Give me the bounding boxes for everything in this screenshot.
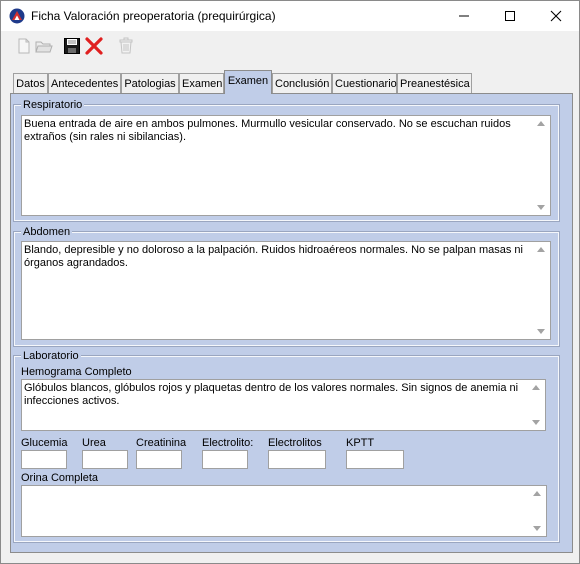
close-window-button[interactable] (533, 1, 579, 31)
hemograma-text: Glóbulos blancos, glóbulos rojos y plaqu… (24, 382, 519, 407)
electrolito-label: Electrolito: (202, 437, 254, 449)
app-window: Ficha Valoración preoperatoria (prequirú… (0, 0, 580, 564)
electrolitos-field[interactable] (268, 450, 326, 469)
scroll-down-icon[interactable] (532, 420, 540, 425)
abdomen-label: Abdomen (21, 226, 73, 239)
tab-cuestionario[interactable]: Cuestionario (332, 73, 397, 93)
toolbar (1, 31, 579, 61)
tab-patologias[interactable]: Patologias (121, 73, 179, 93)
scroll-down-icon[interactable] (533, 526, 541, 531)
electrolitos-label: Electrolitos (268, 437, 322, 449)
scroll-down-icon[interactable] (537, 329, 545, 334)
tab-datos[interactable]: Datos (13, 73, 48, 93)
respiratorio-text: Buena entrada de aire en ambos pulmones.… (24, 118, 511, 143)
maximize-button[interactable] (487, 1, 533, 31)
scroll-up-icon[interactable] (537, 247, 545, 252)
save-button[interactable] (62, 36, 82, 56)
kptt-field[interactable] (346, 450, 404, 469)
scroll-up-icon[interactable] (532, 385, 540, 390)
tab-examen-2[interactable]: Examen (224, 70, 272, 94)
minimize-button[interactable] (441, 1, 487, 31)
maximize-icon (505, 11, 515, 21)
creatinina-field[interactable] (136, 450, 182, 469)
respiratorio-group: Respiratorio Buena entrada de aire en am… (13, 99, 560, 222)
orina-label: Orina Completa (21, 472, 99, 484)
title-bar[interactable]: Ficha Valoración preoperatoria (prequirú… (1, 1, 579, 31)
abdomen-scrollbar[interactable] (533, 242, 550, 339)
save-icon (64, 38, 80, 54)
urea-label: Urea (82, 437, 106, 449)
respiratorio-textarea[interactable]: Buena entrada de aire en ambos pulmones.… (21, 115, 551, 216)
orina-textarea[interactable] (21, 485, 547, 537)
tab-antecedentes[interactable]: Antecedentes (48, 73, 121, 93)
new-icon (18, 38, 30, 54)
respiratorio-scrollbar[interactable] (533, 116, 550, 215)
scroll-up-icon[interactable] (537, 121, 545, 126)
scroll-down-icon[interactable] (537, 205, 545, 210)
app-logo-icon (9, 8, 25, 24)
kptt-label: KPTT (346, 437, 375, 449)
new-button[interactable] (14, 36, 34, 56)
tab-conclusion[interactable]: Conclusión (272, 73, 332, 93)
electrolito-field[interactable] (202, 450, 248, 469)
abdomen-group: Abdomen Blando, depresible y no doloroso… (13, 226, 560, 347)
tab-examen-1[interactable]: Examen (179, 73, 224, 93)
close-icon (550, 10, 562, 22)
respiratorio-label: Respiratorio (21, 99, 85, 112)
abdomen-text: Blando, depresible y no doloroso a la pa… (24, 244, 523, 269)
open-icon (35, 41, 53, 53)
hemograma-textarea[interactable]: Glóbulos blancos, glóbulos rojos y plaqu… (21, 379, 546, 431)
hemograma-label: Hemograma Completo (21, 366, 132, 378)
trash-button[interactable] (116, 36, 136, 56)
creatinina-label: Creatinina (136, 437, 187, 449)
minimize-icon (459, 15, 469, 17)
trash-icon (119, 37, 133, 54)
delete-button[interactable] (84, 36, 104, 56)
tab-panel-examen: Respiratorio Buena entrada de aire en am… (10, 93, 573, 553)
glucemia-field[interactable] (21, 450, 67, 469)
tab-preanestesica[interactable]: Preanestésica (397, 73, 472, 93)
orina-scrollbar[interactable] (529, 486, 546, 536)
laboratorio-group: Laboratorio Hemograma Completo Glóbulos … (13, 350, 560, 543)
abdomen-textarea[interactable]: Blando, depresible y no doloroso a la pa… (21, 241, 551, 340)
window-title: Ficha Valoración preoperatoria (prequirú… (31, 9, 276, 23)
laboratorio-label: Laboratorio (21, 350, 81, 363)
hemograma-scrollbar[interactable] (528, 380, 545, 430)
delete-icon (85, 37, 103, 55)
scroll-up-icon[interactable] (533, 491, 541, 496)
urea-field[interactable] (82, 450, 128, 469)
open-button[interactable] (34, 36, 54, 56)
glucemia-label: Glucemia (21, 437, 68, 449)
